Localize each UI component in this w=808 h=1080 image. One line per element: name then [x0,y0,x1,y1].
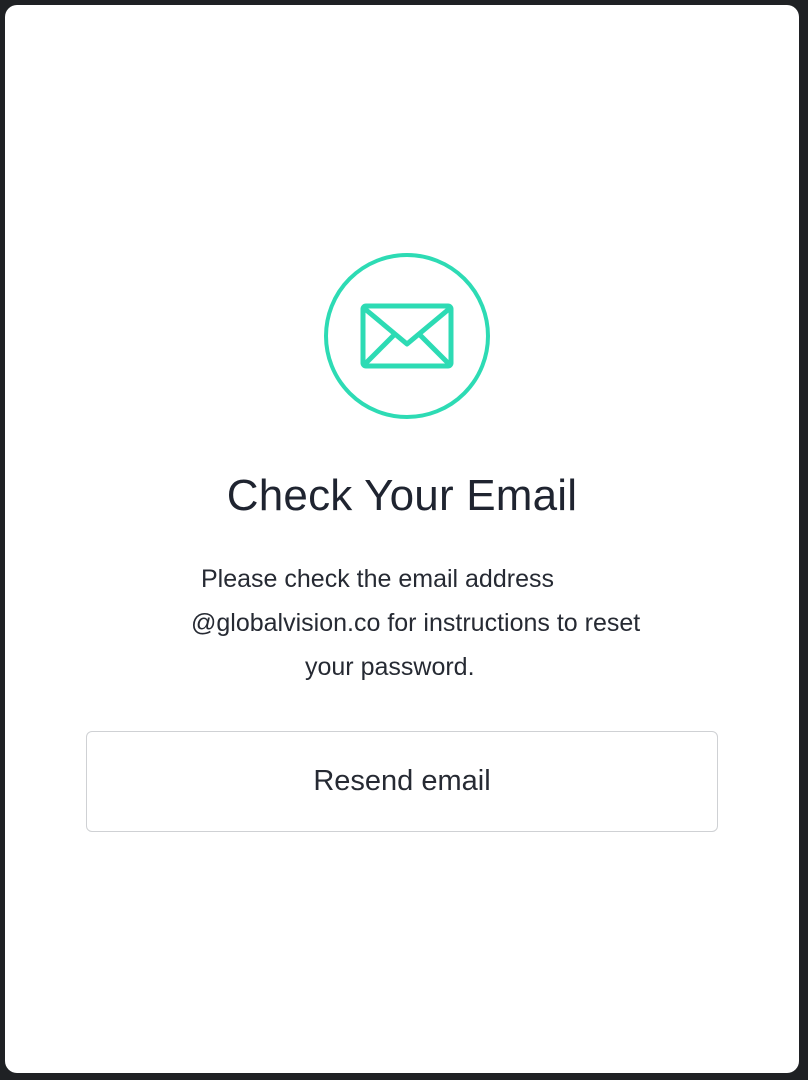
resend-email-button[interactable]: Resend email [86,731,718,832]
instructions-message: Please check the email address @globalvi… [175,557,723,689]
envelope-icon [360,303,454,369]
message-line-1: Please check the email address [201,565,554,593]
check-email-card: Check Your Email Please check the email … [5,5,799,1073]
email-icon-circle [324,253,490,419]
message-line-3: your password. [305,653,475,681]
page-title: Check Your Email [226,471,578,520]
message-line-2: @globalvision.co for instructions to res… [191,609,641,637]
